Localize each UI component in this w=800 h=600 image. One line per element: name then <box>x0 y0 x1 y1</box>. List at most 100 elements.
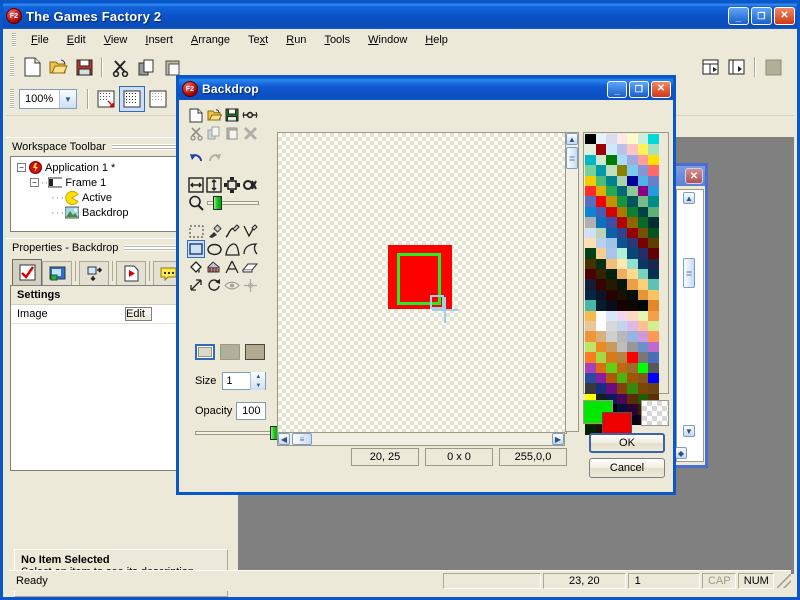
palette-swatch[interactable] <box>606 248 617 259</box>
palette-swatch[interactable] <box>606 279 617 290</box>
storyboard-icon[interactable] <box>698 54 724 80</box>
palette-swatch[interactable] <box>606 321 617 332</box>
palette-swatch[interactable] <box>627 372 638 384</box>
palette-swatch[interactable] <box>595 269 606 280</box>
palette-swatch[interactable] <box>637 331 648 342</box>
delete-icon[interactable] <box>241 124 259 142</box>
palette-swatch[interactable] <box>648 289 659 301</box>
toolbar-grip-1[interactable] <box>10 57 14 77</box>
paste-icon[interactable] <box>223 124 241 142</box>
palette-swatch[interactable] <box>585 321 596 332</box>
palette-swatch[interactable] <box>648 300 659 311</box>
menubar-grip[interactable] <box>12 33 16 47</box>
grid-snap-icon[interactable] <box>93 86 119 112</box>
grid-show-icon[interactable] <box>119 86 145 112</box>
palette-swatch[interactable] <box>616 383 627 394</box>
palette-swatch[interactable] <box>616 258 627 270</box>
foreground-background-colors[interactable] <box>583 400 635 436</box>
new-document-icon[interactable] <box>19 54 45 80</box>
palette-swatch[interactable] <box>595 279 606 290</box>
resize-horizontal-icon[interactable] <box>187 176 205 194</box>
palette-swatch[interactable] <box>637 175 648 186</box>
palette-swatch[interactable] <box>595 321 606 332</box>
paintbrush-icon[interactable] <box>223 222 241 240</box>
palette-swatch[interactable] <box>616 196 627 207</box>
palette-swatch[interactable] <box>627 383 638 394</box>
palette-swatch[interactable] <box>616 134 627 145</box>
settings-tab[interactable] <box>12 259 42 285</box>
palette-swatch[interactable] <box>585 227 596 238</box>
palette-swatch[interactable] <box>595 289 606 301</box>
palette-swatch[interactable] <box>585 217 596 228</box>
palette-swatch[interactable] <box>616 362 627 373</box>
palette-swatch[interactable] <box>606 237 617 249</box>
palette-swatch[interactable] <box>595 383 606 394</box>
frame-editor-window[interactable]: ✕ ▲ ≣ ▼ ◆ <box>672 163 708 468</box>
menu-view[interactable]: View <box>95 31 137 49</box>
outline-shape-icon[interactable] <box>195 344 215 360</box>
cut-scissors-icon[interactable] <box>107 54 133 80</box>
palette-swatch[interactable] <box>606 154 617 166</box>
palette-swatch[interactable] <box>595 165 606 176</box>
palette-swatch[interactable] <box>606 352 617 363</box>
canvas-horizontal-scroll-thumb[interactable]: ≡ <box>292 433 312 445</box>
palette-swatch[interactable] <box>606 165 617 176</box>
palette-swatch[interactable] <box>595 185 606 197</box>
cut-icon[interactable] <box>187 124 205 142</box>
palette-swatch[interactable] <box>648 352 659 363</box>
palette-swatch[interactable] <box>595 237 606 249</box>
palette-swatch[interactable] <box>606 144 617 155</box>
palette-swatch[interactable] <box>606 341 617 353</box>
expander-application[interactable]: − <box>17 163 26 172</box>
palette-swatch[interactable] <box>616 237 627 249</box>
palette-swatch[interactable] <box>616 165 627 176</box>
maximize-button[interactable]: ❐ <box>751 7 772 25</box>
palette-swatch[interactable] <box>637 154 648 166</box>
palette-swatch[interactable] <box>648 372 659 384</box>
palette-swatch[interactable] <box>627 227 638 238</box>
palette-swatch[interactable] <box>585 196 596 207</box>
palette-swatch[interactable] <box>595 310 606 322</box>
palette-swatch[interactable] <box>637 289 648 301</box>
menu-insert[interactable]: Insert <box>136 31 182 49</box>
palette-swatch[interactable] <box>648 331 659 342</box>
palette-swatch[interactable] <box>648 206 659 218</box>
filled-shape-icon[interactable] <box>220 344 240 360</box>
palette-swatch[interactable] <box>648 341 659 353</box>
rotate-icon[interactable] <box>205 276 223 294</box>
palette-swatch[interactable] <box>585 300 596 311</box>
palette-swatch[interactable] <box>616 321 627 332</box>
palette-swatch[interactable] <box>606 134 617 145</box>
menu-window[interactable]: Window <box>359 31 416 49</box>
polygon-icon[interactable] <box>223 240 241 258</box>
scroll-up-button[interactable]: ▲ <box>683 192 695 204</box>
main-titlebar[interactable]: F2 The Games Factory 2 _ ❐ ✕ <box>3 3 797 29</box>
palette-swatch[interactable] <box>637 362 648 373</box>
palette-swatch[interactable] <box>616 331 627 342</box>
palette-swatch[interactable] <box>627 279 638 290</box>
canvas-horizontal-scrollbar[interactable]: ◀ ≡ ▶ <box>277 432 565 446</box>
palette-swatch[interactable] <box>606 331 617 342</box>
zoom-slider[interactable] <box>207 196 259 210</box>
menu-file[interactable]: File <box>22 31 58 49</box>
palette-swatch[interactable] <box>637 165 648 176</box>
palette-swatch[interactable] <box>585 248 596 259</box>
palette-swatch[interactable] <box>616 310 627 322</box>
edit-button[interactable]: Edit <box>125 307 152 321</box>
palette-swatch[interactable] <box>616 217 627 228</box>
palette-swatch[interactable] <box>637 352 648 363</box>
palette-swatch[interactable] <box>637 248 648 259</box>
size-input[interactable]: 1 ▲ ▼ <box>222 372 267 390</box>
palette-swatch[interactable] <box>627 237 638 249</box>
grid-dim-icon[interactable] <box>145 86 171 112</box>
sparkle-icon[interactable] <box>241 276 259 294</box>
palette-swatch[interactable] <box>585 165 596 176</box>
palette-swatch[interactable] <box>627 352 638 363</box>
palette-swatch[interactable] <box>585 185 596 197</box>
canvas-vertical-scroll-thumb[interactable]: ≣ <box>566 147 578 169</box>
palette-swatch[interactable] <box>606 269 617 280</box>
palette-swatch[interactable] <box>595 217 606 228</box>
palette-swatch[interactable] <box>648 279 659 290</box>
palette-swatch[interactable] <box>637 237 648 249</box>
palette-swatch[interactable] <box>616 279 627 290</box>
